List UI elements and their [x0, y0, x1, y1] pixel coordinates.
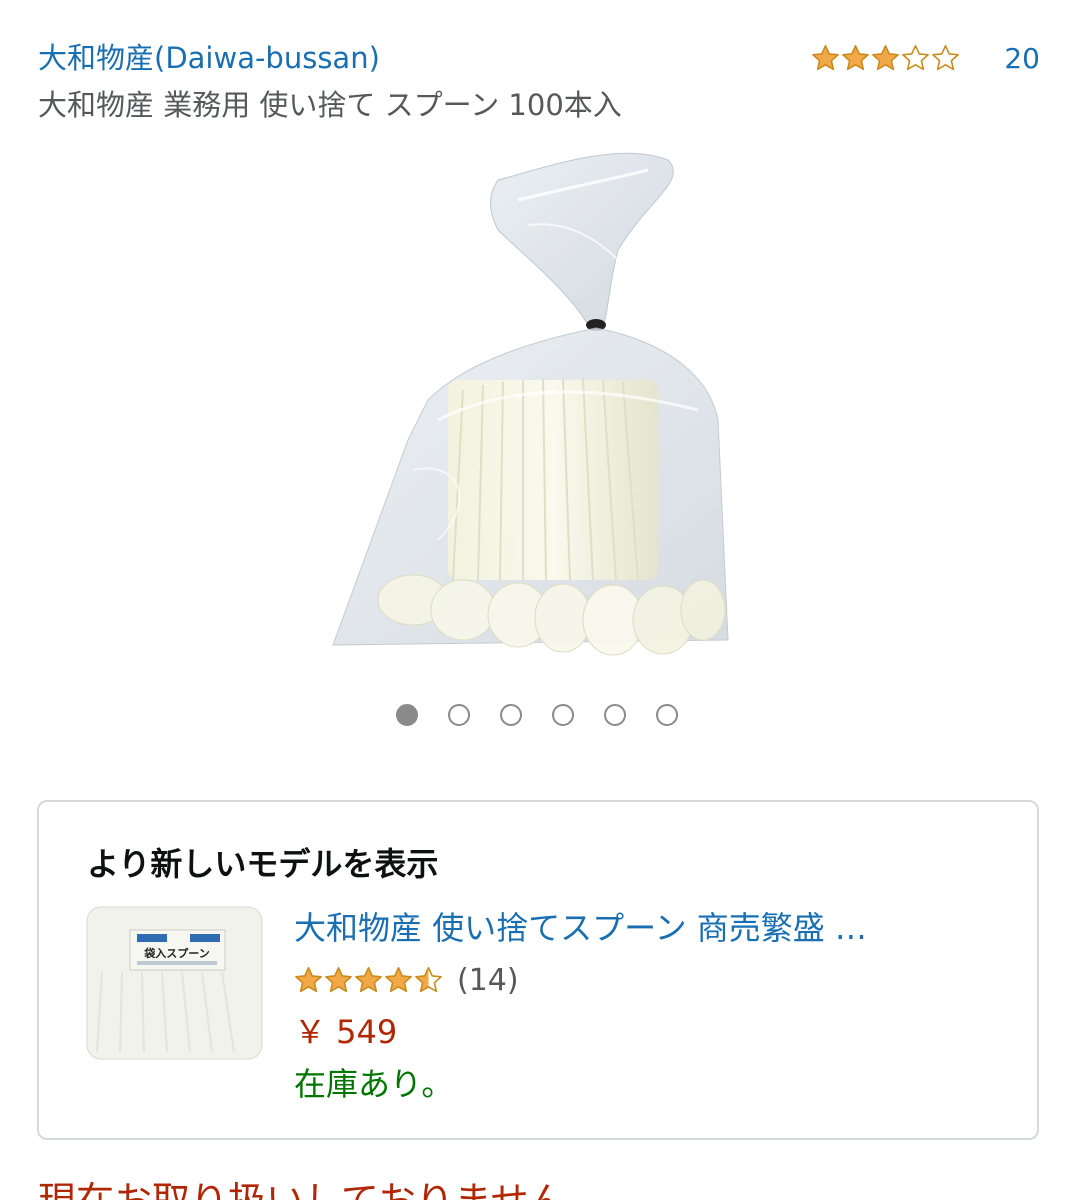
star-icon [415, 966, 442, 992]
star-icon [902, 44, 930, 70]
thumbnail-label: 袋入スプーン [143, 946, 209, 960]
availability-notice: 現在お取り扱いしておりません。 [38, 1176, 605, 1200]
newer-model-name-link[interactable]: 大和物産 使い捨てスプーン 商売繁盛 … [294, 906, 994, 950]
newer-model-heading: より新しいモデルを表示 [87, 845, 439, 883]
image-carousel-dots [396, 704, 678, 726]
newer-model-card[interactable]: より新しいモデルを表示 袋入スプーン 大和物産 使い捨てスプーン 商売繁盛 … … [37, 800, 1039, 1140]
product-header: 大和物産(Daiwa-bussan) 20 [38, 38, 1040, 78]
newer-model-stock-status: 在庫あり。 [294, 1065, 454, 1103]
carousel-dot[interactable] [500, 704, 522, 726]
brand-link[interactable]: 大和物産(Daiwa-bussan) [38, 38, 380, 78]
carousel-dot[interactable] [448, 704, 470, 726]
star-icon [325, 966, 352, 992]
star-icon [812, 44, 840, 70]
carousel-dot[interactable] [604, 704, 626, 726]
carousel-dot[interactable] [396, 704, 418, 726]
star-icon [842, 44, 870, 70]
product-title: 大和物産 業務用 使い捨て スプーン 100本入 [38, 88, 622, 122]
carousel-dot[interactable] [656, 704, 678, 726]
rating-count-link[interactable]: 20 [1004, 42, 1040, 75]
star-icon [872, 44, 900, 70]
star-icon [932, 44, 960, 70]
rating-summary[interactable]: 20 [811, 38, 1040, 78]
newer-model-price: ￥ 549 [294, 1013, 398, 1051]
star-icon [295, 966, 322, 992]
star-icon [355, 966, 382, 992]
newer-model-thumbnail[interactable]: 袋入スプーン [82, 902, 267, 1062]
star-icon [385, 966, 412, 992]
carousel-dot[interactable] [552, 704, 574, 726]
product-image[interactable] [318, 140, 758, 670]
newer-model-rating-count: (14) [457, 962, 519, 998]
newer-model-rating[interactable]: (14) [294, 958, 519, 1002]
rating-stars [811, 44, 960, 73]
newer-model-rating-stars [294, 966, 443, 995]
